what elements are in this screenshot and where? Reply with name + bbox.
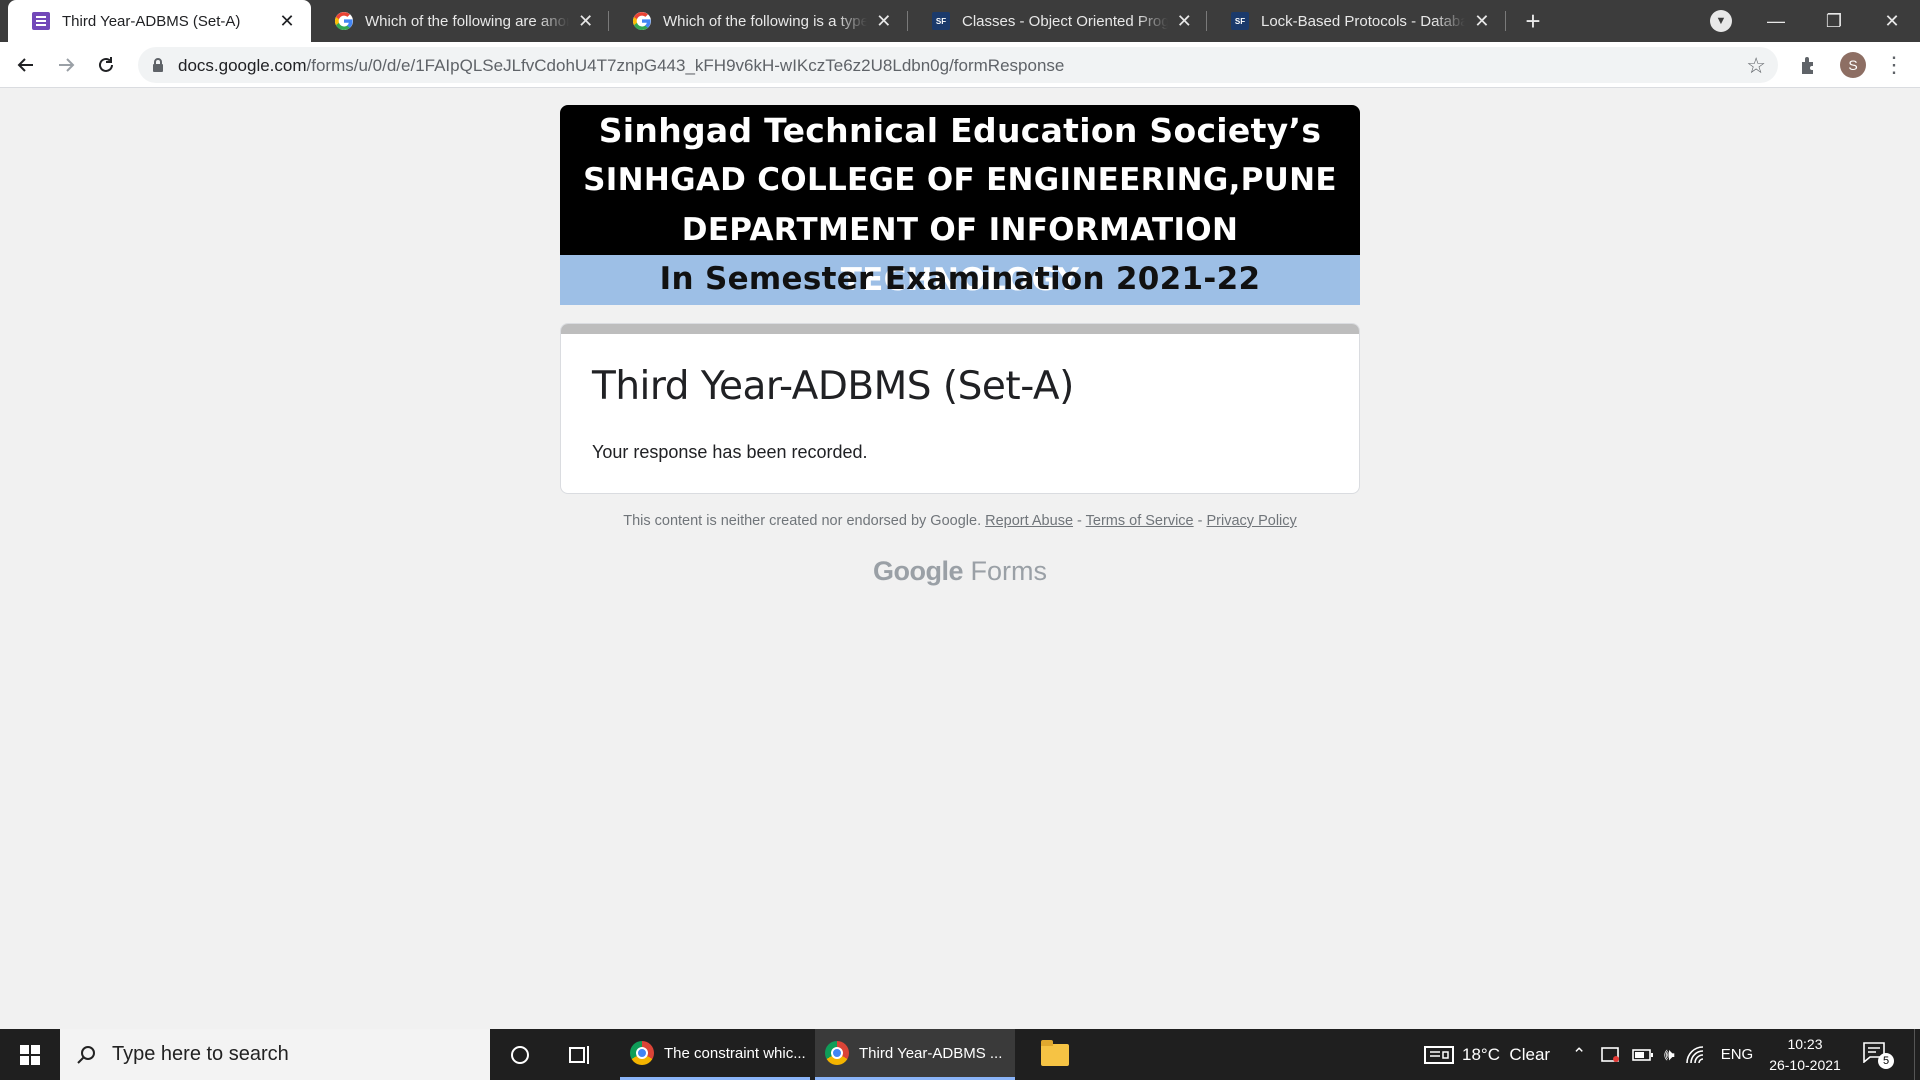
terms-of-service-link[interactable]: Terms of Service — [1086, 513, 1194, 529]
privacy-policy-link[interactable]: Privacy Policy — [1207, 513, 1297, 529]
volume-icon[interactable]: 🕪 — [1664, 1045, 1675, 1065]
banner-college: SINHGAD COLLEGE OF ENGINEERING,PUNE — [583, 162, 1337, 198]
start-button[interactable] — [0, 1029, 60, 1080]
cortana-circle-icon — [511, 1045, 529, 1064]
browser-toolbar: docs.google.com/forms/u/0/d/e/1FAIpQLSeJ… — [0, 42, 1920, 88]
reload-icon — [99, 57, 113, 72]
report-abuse-link[interactable]: Report Abuse — [985, 513, 1073, 529]
brand-google: Google — [872, 556, 964, 586]
tab-title: Classes - Object Oriented Programming — [962, 12, 1169, 30]
profile-avatar[interactable]: S — [1840, 52, 1866, 78]
banner-exam: In Semester Examination 2021-22 (Semeste… — [560, 255, 1360, 305]
tab-title: Lock-Based Protocols - Database — [1261, 12, 1465, 30]
close-icon[interactable]: ✕ — [277, 11, 297, 31]
task-view-button[interactable] — [557, 1029, 603, 1080]
weather-widget[interactable]: 18°C Clear — [1424, 1029, 1550, 1080]
google-icon — [633, 12, 651, 30]
taskbar-app-label: Third Year-ADBMS ... — [859, 1044, 1003, 1062]
chrome-icon — [825, 1041, 849, 1065]
close-icon[interactable]: ✕ — [577, 11, 594, 31]
forward-arrow-icon — [59, 58, 75, 72]
close-icon[interactable]: ✕ — [1176, 11, 1192, 31]
lock-icon — [153, 58, 163, 72]
notification-count-badge: 5 — [1878, 1053, 1894, 1069]
windows-logo-icon — [20, 1044, 40, 1065]
minimize-button[interactable]: — — [1748, 0, 1804, 42]
browser-tab-strip: Third Year-ADBMS (Set-A) ✕ Which of the … — [0, 0, 1920, 42]
url-text: docs.google.com/forms/u/0/d/e/1FAIpQLSeJ… — [178, 56, 1064, 76]
show-desktop-button[interactable] — [1914, 1029, 1920, 1080]
close-icon[interactable]: ✕ — [875, 11, 893, 31]
weather-text: 18°C Clear — [1462, 1044, 1551, 1064]
file-explorer-button[interactable] — [1025, 1029, 1085, 1080]
disclaimer-text: This content is neither created nor endo… — [623, 513, 982, 529]
bookmark-star-icon[interactable]: ☆ — [1746, 53, 1766, 79]
card-accent-bar — [561, 324, 1359, 334]
tab-separator — [1505, 11, 1506, 31]
system-clock[interactable]: 10:23 26-10-2021 — [1760, 1034, 1850, 1076]
show-hidden-icons-button[interactable]: ⌃ — [1572, 1029, 1586, 1080]
clock-date: 26-10-2021 — [1769, 1057, 1841, 1073]
tab-anomalies-search[interactable]: Which of the following are anomalies ✕ — [311, 0, 608, 42]
google-icon — [335, 12, 353, 30]
sanfoundry-icon: SF — [1231, 12, 1249, 30]
taskbar-app-chrome-adbms[interactable]: Third Year-ADBMS ... — [815, 1029, 1015, 1080]
form-header-banner: Sinhgad Technical Education Society’s SI… — [560, 105, 1360, 305]
folder-icon — [1041, 1039, 1069, 1066]
taskbar-app-label: The constraint whic... — [664, 1044, 806, 1062]
google-forms-icon — [32, 12, 50, 30]
url-path: /forms/u/0/d/e/1FAIpQLSeJLfvCdohU4T7znpG… — [306, 56, 1065, 75]
banner-society: Sinhgad Technical Education Society’s — [598, 111, 1322, 150]
weather-news-icon — [1424, 1045, 1454, 1064]
extensions-puzzle-icon[interactable] — [1798, 54, 1820, 76]
close-icon[interactable]: ✕ — [1473, 11, 1491, 31]
page-content: Sinhgad Technical Education Society’s SI… — [0, 89, 1920, 1029]
reload-button[interactable] — [90, 49, 122, 81]
cortana-button[interactable] — [497, 1029, 543, 1080]
clock-time: 10:23 — [1787, 1036, 1823, 1052]
brand-forms: Forms — [970, 556, 1048, 586]
form-title: Third Year-ADBMS (Set-A) — [592, 364, 1074, 409]
tab-title: Which of the following is a type of — [663, 12, 867, 30]
new-tab-button[interactable]: + — [1518, 6, 1548, 36]
action-center-button[interactable]: 5 — [1862, 1041, 1894, 1069]
back-arrow-icon — [17, 58, 33, 72]
confirmation-message: Your response has been recorded. — [592, 442, 868, 462]
tab-title: Third Year-ADBMS (Set-A) — [62, 12, 241, 30]
taskbar-app-chrome-constraint[interactable]: The constraint whic... — [620, 1029, 810, 1080]
footer-separator: - — [1193, 513, 1207, 529]
footer-disclaimer: This content is neither created nor endo… — [560, 513, 1360, 529]
footer-separator: - — [1073, 513, 1086, 529]
battery-icon[interactable] — [1632, 1048, 1654, 1062]
tab-lock-based-protocols[interactable]: SF Lock-Based Protocols - Database ✕ — [1207, 0, 1505, 42]
tab-search-icon[interactable]: ▼ — [1710, 10, 1732, 32]
sanfoundry-icon: SF — [932, 12, 950, 30]
taskbar-search-box[interactable]: Type here to search — [60, 1029, 490, 1080]
chrome-icon — [630, 1041, 654, 1065]
forward-button[interactable] — [50, 49, 82, 81]
tab-title: Which of the following are anomalies — [365, 12, 569, 30]
address-bar[interactable]: docs.google.com/forms/u/0/d/e/1FAIpQLSeJ… — [138, 47, 1778, 83]
search-placeholder: Type here to search — [112, 1043, 289, 1065]
browser-menu-icon[interactable]: ⋮ — [1882, 50, 1906, 80]
tab-third-year-adbms[interactable]: Third Year-ADBMS (Set-A) ✕ — [8, 0, 311, 42]
tab-classes-oop[interactable]: SF Classes - Object Oriented Programming… — [908, 0, 1206, 42]
tray-icons: 🕪 ENG — [1600, 1029, 1753, 1080]
language-indicator[interactable]: ENG — [1721, 1046, 1754, 1063]
window-close-button[interactable]: ✕ — [1864, 0, 1920, 42]
search-icon — [77, 1045, 95, 1064]
google-forms-logo[interactable]: Google Forms — [560, 556, 1360, 587]
windows-taskbar: Type here to search The constraint whic.… — [0, 1029, 1920, 1080]
url-host: docs.google.com — [178, 56, 307, 75]
chevron-up-icon: ⌃ — [1572, 1044, 1587, 1064]
back-button[interactable] — [10, 49, 42, 81]
banner-department: DEPARTMENT OF INFORMATION TECHNOLOGY — [681, 212, 1239, 298]
meet-now-icon[interactable] — [1600, 1045, 1622, 1065]
restore-button[interactable]: ❐ — [1806, 0, 1862, 42]
tab-type-search[interactable]: Which of the following is a type of ✕ — [609, 0, 907, 42]
task-view-icon — [569, 1045, 589, 1064]
response-card: Third Year-ADBMS (Set-A) Your response h… — [560, 323, 1360, 494]
wifi-icon[interactable] — [1685, 1045, 1707, 1065]
